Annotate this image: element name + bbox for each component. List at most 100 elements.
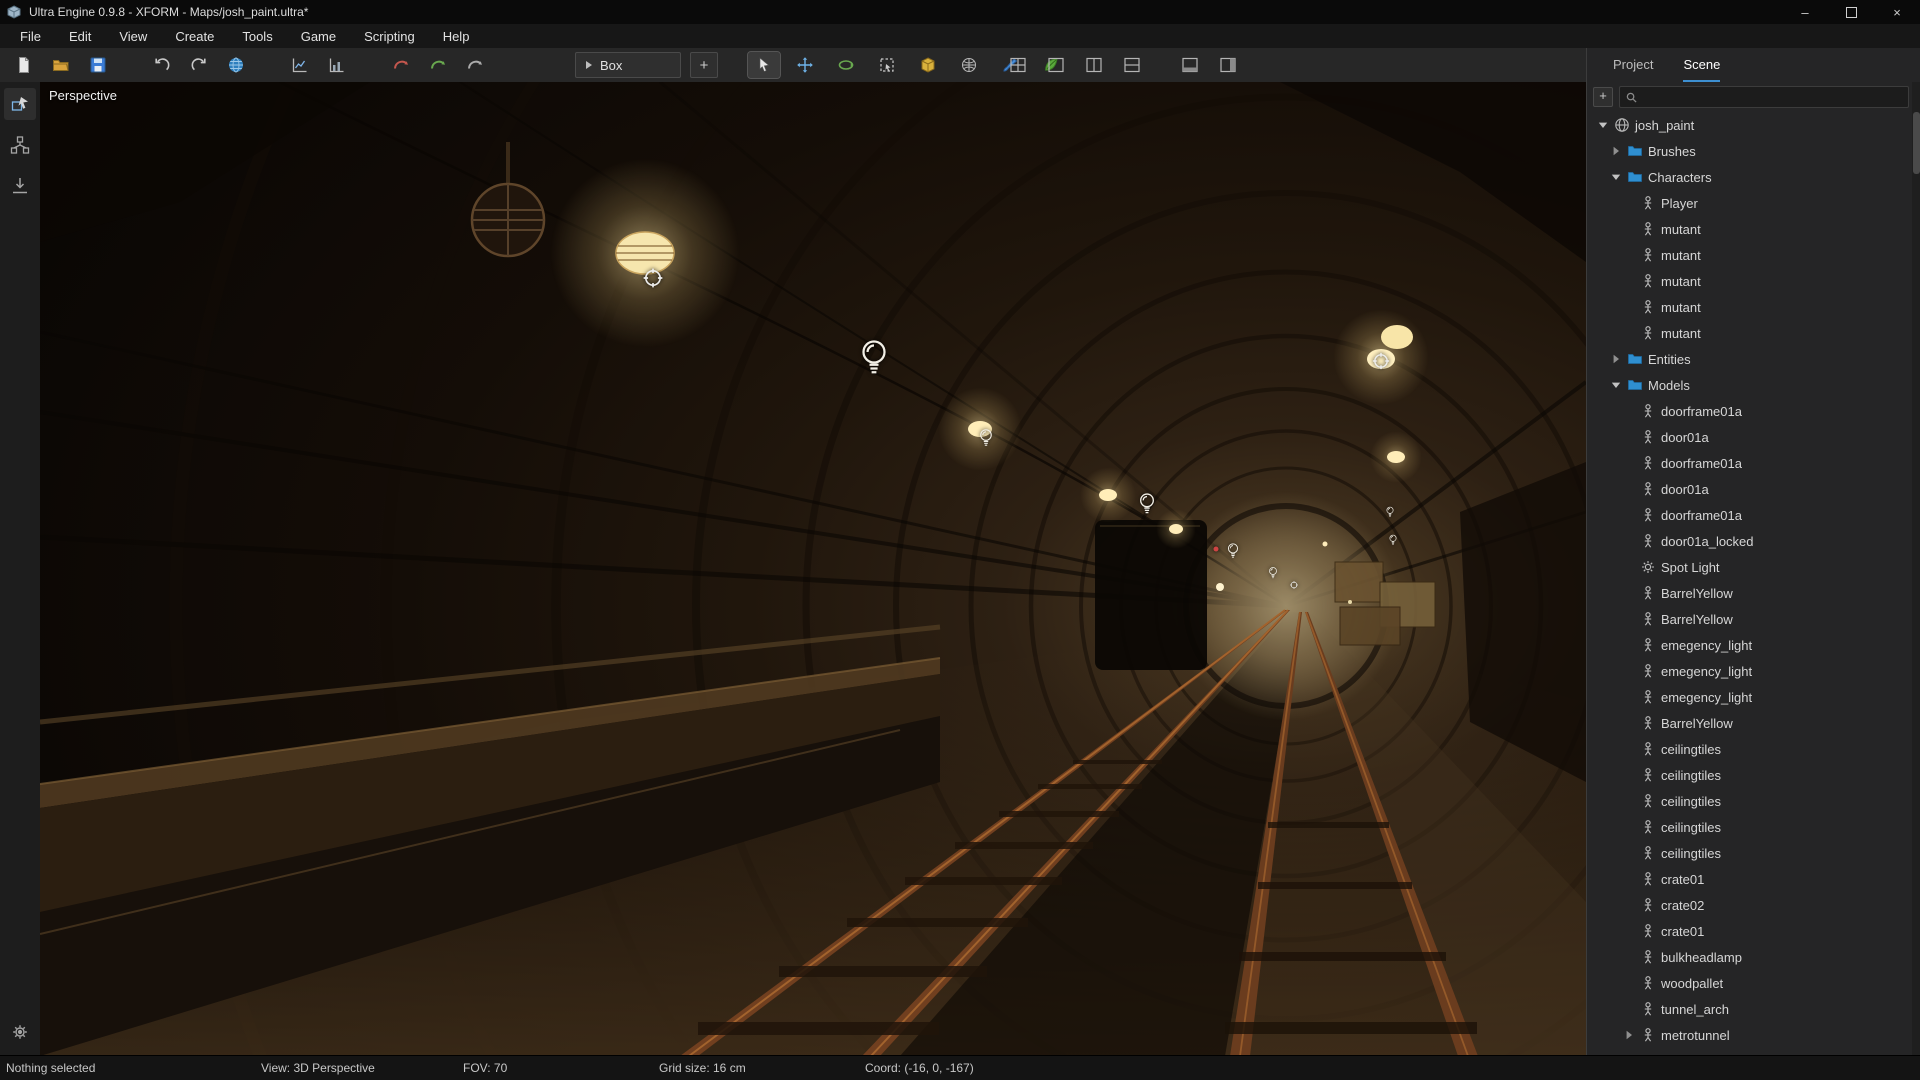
tree-row[interactable]: mutant [1587,242,1912,268]
menu-game[interactable]: Game [287,24,350,48]
tree-row[interactable]: BarrelYellow [1587,710,1912,736]
chart-button[interactable] [321,52,353,78]
bulb-gizmo[interactable] [1389,534,1398,546]
tree-row[interactable]: tunnel_arch [1587,996,1912,1022]
bulb-gizmo[interactable] [1138,492,1156,516]
toggle-sidebar-button[interactable] [1212,52,1244,78]
tab-scene[interactable]: Scene [1683,48,1720,82]
tree-row[interactable]: mutant [1587,294,1912,320]
tree-row[interactable]: emegency_light [1587,632,1912,658]
menu-tools[interactable]: Tools [228,24,286,48]
viewport-3d[interactable]: Perspective [40,82,1586,1056]
rotate-gray-button[interactable] [459,52,491,78]
tree-row[interactable]: ceilingtiles [1587,814,1912,840]
open-file-button[interactable] [45,52,77,78]
menu-help[interactable]: Help [429,24,484,48]
panel-scrollbar[interactable] [1912,82,1920,1056]
tree-row[interactable]: josh_paint [1587,112,1912,138]
tree-row[interactable]: doorframe01a [1587,502,1912,528]
toggle-console-button[interactable] [1174,52,1206,78]
tree-row[interactable]: doorframe01a [1587,398,1912,424]
tree-row[interactable]: emegency_light [1587,658,1912,684]
target-gizmo[interactable] [1290,581,1299,590]
tree-row[interactable]: Entities [1587,346,1912,372]
tree-row[interactable]: metrotunnel [1587,1022,1912,1048]
undo-button[interactable] [146,52,178,78]
close-button[interactable]: × [1874,0,1920,24]
tree-row[interactable]: Models [1587,372,1912,398]
bulb-gizmo[interactable] [979,428,994,448]
tree-row[interactable]: crate02 [1587,892,1912,918]
tree-row[interactable]: ceilingtiles [1587,788,1912,814]
menu-create[interactable]: Create [161,24,228,48]
tree-row[interactable]: woodpallet [1587,970,1912,996]
tree-row[interactable]: Spot Light [1587,554,1912,580]
tree-row[interactable]: door01a_locked [1587,528,1912,554]
layout-quad-button[interactable] [1002,52,1034,78]
tree-row[interactable]: mutant [1587,216,1912,242]
bulb-gizmo[interactable] [1268,566,1278,580]
expanded-expander-icon[interactable] [1610,171,1622,183]
tree-row[interactable]: ceilingtiles [1587,736,1912,762]
tree-row[interactable]: doorframe01a [1587,450,1912,476]
scrollbar-thumb[interactable] [1913,112,1920,174]
tab-project[interactable]: Project [1613,48,1653,82]
maximize-button[interactable] [1828,0,1874,24]
tree-row[interactable]: mutant [1587,268,1912,294]
globe-button[interactable] [220,52,252,78]
layout-single-button[interactable] [1040,52,1072,78]
menu-file[interactable]: File [6,24,55,48]
rotate-green-button[interactable] [422,52,454,78]
target-gizmo[interactable] [1372,352,1391,371]
menu-view[interactable]: View [105,24,161,48]
select-tool-button[interactable] [748,52,780,78]
tree-row[interactable]: Characters [1587,164,1912,190]
add-item-button[interactable]: + [1593,87,1613,107]
bulb-gizmo[interactable] [1227,542,1240,560]
expanded-expander-icon[interactable] [1597,119,1609,131]
move-tool-button[interactable] [789,52,821,78]
minimize-button[interactable]: – [1782,0,1828,24]
menu-scripting[interactable]: Scripting [350,24,429,48]
new-file-button[interactable] [8,52,40,78]
redo-button[interactable] [183,52,215,78]
collapsed-expander-icon[interactable] [1610,145,1622,157]
add-primitive-button[interactable]: + [690,52,718,78]
select-mode-button[interactable] [4,88,36,120]
expanded-expander-icon[interactable] [1610,379,1622,391]
import-button[interactable] [4,170,36,202]
tree-row[interactable]: emegency_light [1587,684,1912,710]
search-box[interactable] [1619,86,1909,108]
primitive-dropdown[interactable]: Box [575,52,681,78]
save-file-button[interactable] [82,52,114,78]
tree-row[interactable]: BarrelYellow [1587,580,1912,606]
tree-row[interactable]: crate01 [1587,918,1912,944]
texture-tool-button[interactable] [912,52,944,78]
tree-row[interactable]: mutant [1587,320,1912,346]
settings-button[interactable] [4,1016,36,1048]
rotate-tool-button[interactable] [830,52,862,78]
search-input[interactable] [1642,89,1902,105]
tree-row[interactable]: Player [1587,190,1912,216]
hierarchy-mode-button[interactable] [4,129,36,161]
scale-tool-button[interactable] [871,52,903,78]
tree-row[interactable]: crate01 [1587,866,1912,892]
tree-row[interactable]: BarrelYellow [1587,606,1912,632]
menu-edit[interactable]: Edit [55,24,105,48]
bulb-gizmo[interactable] [859,338,889,379]
bulb-gizmo[interactable] [1386,506,1395,518]
graph-button[interactable] [284,52,316,78]
sphere-tool-button[interactable] [953,52,985,78]
layout-columns-button[interactable] [1078,52,1110,78]
tree-row[interactable]: ceilingtiles [1587,840,1912,866]
tree-row[interactable]: door01a [1587,424,1912,450]
tree-row[interactable]: door01a [1587,476,1912,502]
tree-row[interactable]: bulkheadlamp [1587,944,1912,970]
layout-rows-button[interactable] [1116,52,1148,78]
tree-row[interactable]: Brushes [1587,138,1912,164]
rotate-red-button[interactable] [385,52,417,78]
dot-gizmo[interactable] [1214,547,1219,552]
collapsed-expander-icon[interactable] [1623,1029,1635,1041]
collapsed-expander-icon[interactable] [1610,353,1622,365]
target-gizmo[interactable] [642,267,664,289]
